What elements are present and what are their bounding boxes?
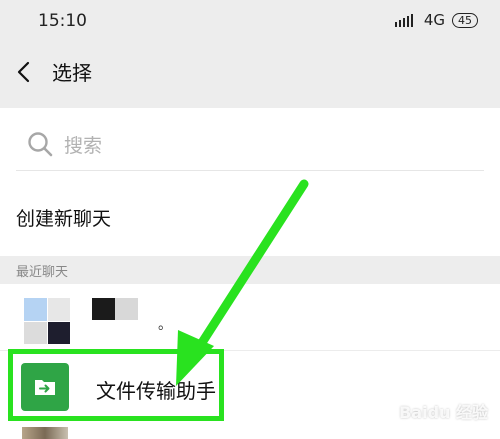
redacted-name-block xyxy=(92,298,138,320)
avatar xyxy=(22,427,68,439)
search-placeholder: 搜索 xyxy=(64,135,103,157)
signal-icon xyxy=(394,14,413,27)
list-item[interactable] xyxy=(0,425,500,439)
chat-name: 。 xyxy=(158,317,172,333)
highlight-box xyxy=(8,349,224,421)
back-arrow-icon[interactable] xyxy=(14,60,34,84)
redaction-block xyxy=(115,298,138,320)
avatar-tile xyxy=(47,298,70,321)
battery-icon: 45 xyxy=(452,12,478,28)
network-type: 4G xyxy=(423,11,445,29)
watermark: Baidu 经验 xyxy=(399,403,488,422)
recent-chats-label: 最近聊天 xyxy=(16,265,69,280)
create-new-chat-label: 创建新聊天 xyxy=(16,208,112,230)
page-title: 选择 xyxy=(52,61,92,85)
status-bar: 15:10 4G 45 xyxy=(0,0,500,42)
status-indicators: 4G 45 xyxy=(394,11,478,29)
avatar-tile xyxy=(24,298,47,321)
create-new-chat-item[interactable]: 创建新聊天 xyxy=(0,182,500,256)
recent-chats-header: 最近聊天 xyxy=(0,256,500,284)
list-item[interactable]: 。 xyxy=(0,284,500,351)
search-input[interactable]: 搜索 xyxy=(16,116,484,171)
group-avatar xyxy=(24,298,70,344)
avatar-tile xyxy=(47,321,70,344)
redaction-block xyxy=(92,298,115,320)
header-bar: 选择 xyxy=(0,42,500,104)
search-area: 搜索 xyxy=(0,108,500,182)
search-icon xyxy=(28,132,53,157)
avatar-tile xyxy=(24,321,47,344)
status-time: 15:10 xyxy=(38,11,87,31)
